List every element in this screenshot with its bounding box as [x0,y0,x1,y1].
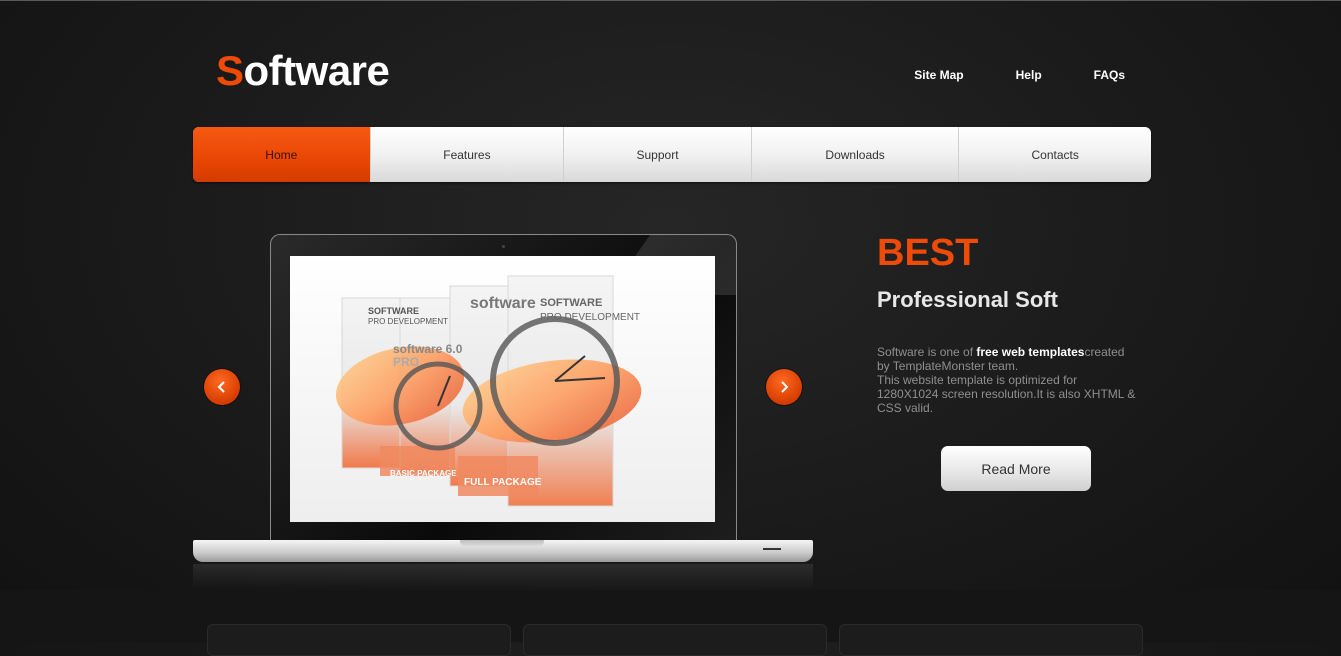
link-faqs[interactable]: FAQs [1094,68,1125,82]
menu-item-downloads[interactable]: Downloads [752,127,960,182]
desc-link-free-web-templates[interactable]: free web templates [976,345,1084,359]
hero-title: BEST [877,232,979,274]
software-boxes-illustration: SOFTWARE PRO DEVELOPMENT software 6.0 PR… [290,256,715,522]
read-more-button[interactable]: Read More [941,446,1091,491]
menu-item-features[interactable]: Features [371,127,565,182]
art-box1-line2: PRO DEVELOPMENT [368,317,448,326]
menu-item-contacts[interactable]: Contacts [959,127,1151,182]
art-box3-brand: software [470,295,536,312]
art-box3-line2: PRO DEVELOPMENT [540,312,640,323]
content-box-3 [839,624,1143,656]
laptop-showcase: SOFTWARE PRO DEVELOPMENT software 6.0 PR… [193,233,813,593]
hero-subtitle: Professional Soft [877,287,1058,312]
art-label-full: FULL PACKAGE [464,477,542,488]
laptop-led [763,548,781,550]
desc-part1: Software is one of [877,345,977,359]
slider-next-button[interactable] [766,369,802,405]
laptop-reflection [193,564,813,588]
menu-item-home[interactable]: Home [193,127,371,182]
art-box2-sub: PRO [393,355,419,369]
laptop-notch [460,540,544,547]
slider-prev-button[interactable] [204,369,240,405]
art-label-basic: BASIC PACKAGE [390,469,457,478]
top-border [0,0,1341,1]
site-logo[interactable]: Software [216,46,390,96]
link-site-map[interactable]: Site Map [914,68,963,82]
hero-description: Software is one of free web templatescre… [877,345,1137,415]
desc-line2: This website template is optimized for 1… [877,373,1136,415]
main-menu: Home Features Support Downloads Contacts [193,127,1151,182]
laptop-camera [502,245,505,248]
art-box2-brand: software 6.0 [393,342,463,356]
link-help[interactable]: Help [1016,68,1042,82]
art-box1-line1: SOFTWARE [368,306,419,316]
chevron-right-icon [781,381,789,393]
art-box3-line1: SOFTWARE [540,297,602,309]
chevron-left-icon [217,381,225,393]
slide-image: SOFTWARE PRO DEVELOPMENT software 6.0 PR… [290,256,715,522]
logo-first-letter: S [216,47,244,94]
content-box-2 [523,624,827,656]
logo-rest: oftware [243,47,390,94]
top-links: Site Map Help FAQs [862,68,1125,82]
menu-item-support[interactable]: Support [564,127,752,182]
content-box-1 [207,624,511,656]
